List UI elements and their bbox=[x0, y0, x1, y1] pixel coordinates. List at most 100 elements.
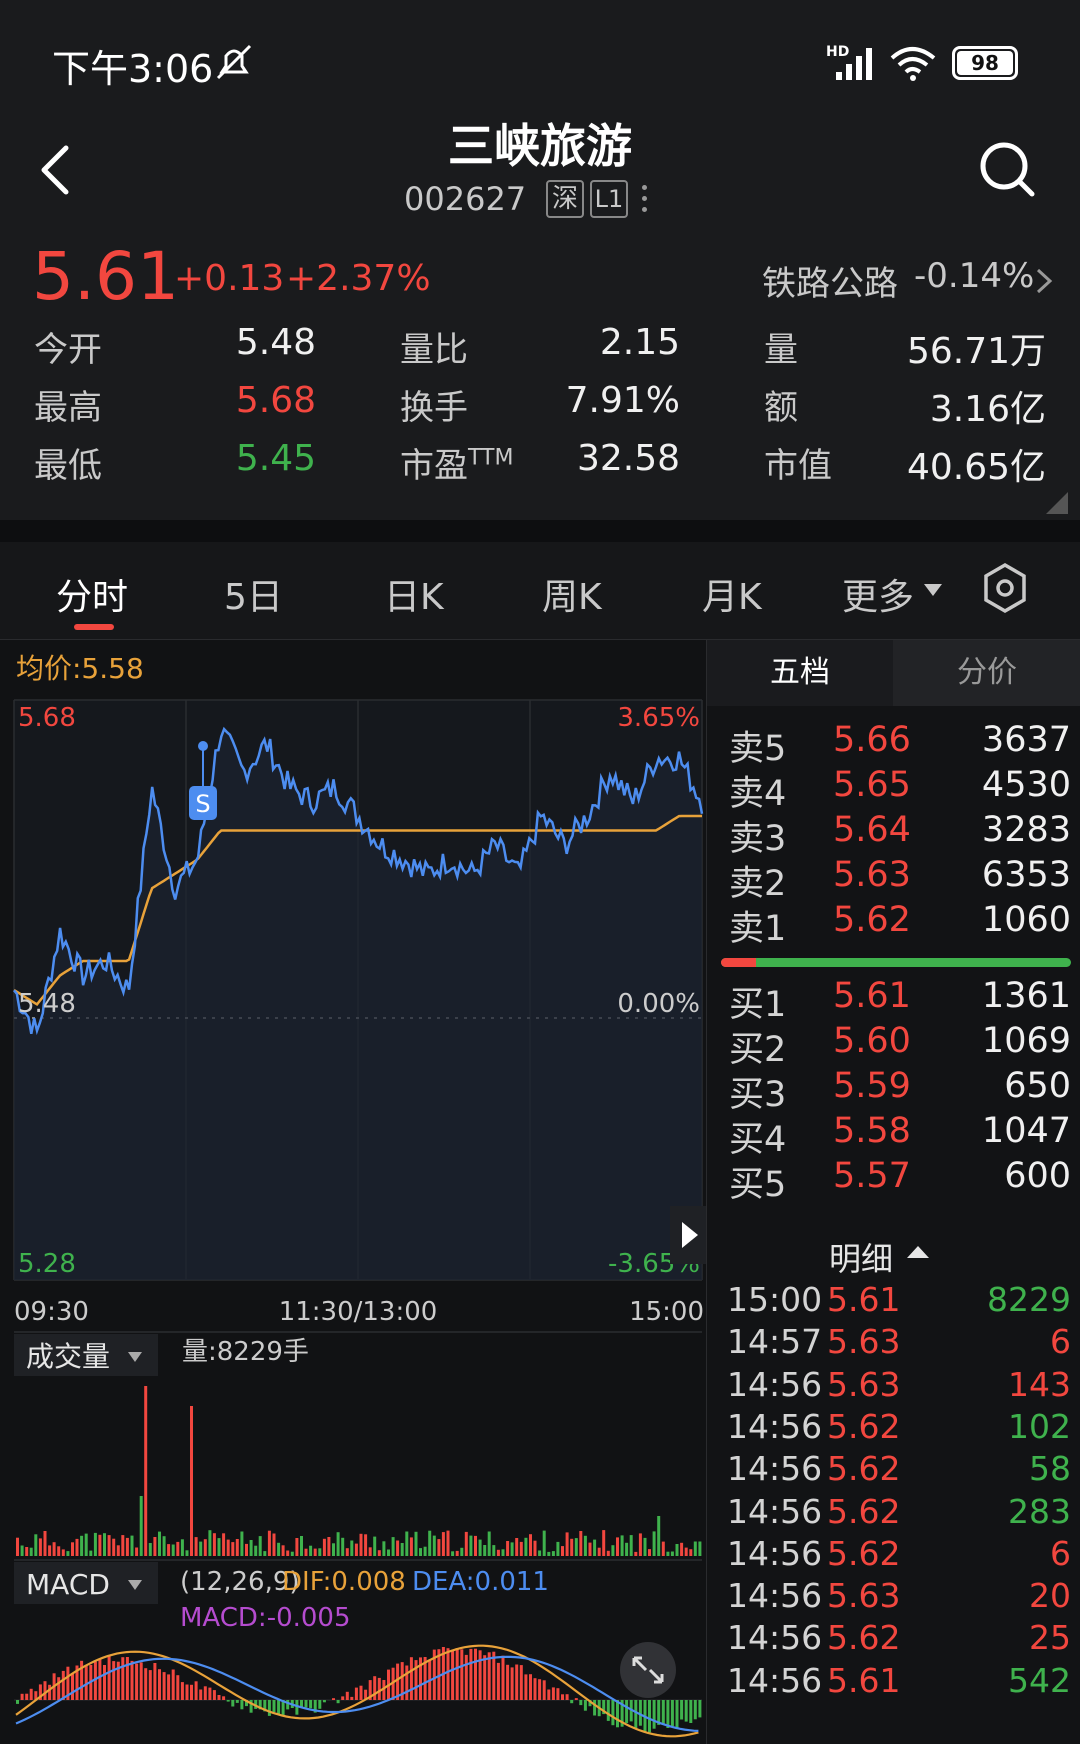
macd-bar bbox=[524, 1674, 528, 1700]
macd-bar bbox=[144, 1668, 148, 1700]
macd-bar bbox=[661, 1700, 665, 1724]
high-label: 最高 bbox=[34, 388, 102, 428]
sector-change[interactable]: -0.14% bbox=[914, 256, 1034, 296]
pe-value: 32.58 bbox=[576, 438, 680, 479]
buy-level-5[interactable]: 买5 5.57 600 bbox=[721, 1156, 1071, 1206]
volume-bar bbox=[510, 1542, 514, 1556]
macd-bar bbox=[510, 1667, 514, 1700]
fullscreen-button[interactable] bbox=[620, 1642, 676, 1698]
volume-value: 56.71万 bbox=[906, 331, 1046, 372]
tab-monthly-k[interactable]: 月K bbox=[702, 568, 762, 620]
volume-bar bbox=[602, 1530, 606, 1556]
tab-more[interactable]: 更多 bbox=[842, 568, 914, 620]
expand-corner-icon[interactable] bbox=[1046, 492, 1068, 514]
volume-bar bbox=[405, 1531, 409, 1556]
tick-price: 5.63 bbox=[827, 1364, 901, 1404]
volume-bar bbox=[61, 1549, 65, 1556]
volume-bar bbox=[583, 1535, 587, 1556]
sell-level-5[interactable]: 卖5 5.66 3637 bbox=[721, 720, 1071, 770]
macd-selector[interactable]: MACD bbox=[14, 1562, 158, 1604]
play-button[interactable] bbox=[670, 1206, 706, 1264]
macd-bar bbox=[208, 1687, 212, 1700]
tab-five-level[interactable]: 五档 bbox=[707, 640, 893, 706]
sector-name[interactable]: 铁路公路 bbox=[762, 256, 898, 305]
macd-bar bbox=[148, 1670, 152, 1700]
volume-bar bbox=[492, 1545, 496, 1556]
level-label: 卖5 bbox=[729, 729, 787, 769]
volume-bar bbox=[373, 1536, 377, 1556]
macd-bar bbox=[277, 1700, 281, 1715]
volume-selector[interactable]: 成交量 bbox=[14, 1334, 158, 1376]
volume-bar bbox=[538, 1550, 542, 1556]
caret-up-icon[interactable] bbox=[907, 1244, 929, 1260]
macd-bar bbox=[593, 1700, 597, 1716]
volume-bar bbox=[396, 1540, 400, 1556]
volume-bar bbox=[501, 1549, 505, 1556]
macd-bar bbox=[322, 1700, 326, 1703]
macd-bar bbox=[167, 1674, 171, 1700]
buy-level-3[interactable]: 买3 5.59 650 bbox=[721, 1066, 1071, 1116]
tick-time: 14:56 bbox=[727, 1406, 823, 1446]
settings-icon[interactable] bbox=[982, 562, 1028, 614]
sell-level-4[interactable]: 卖4 5.65 4530 bbox=[721, 765, 1071, 815]
volume-bar bbox=[222, 1533, 226, 1556]
market-cap-label: 市值 bbox=[764, 446, 832, 486]
volume-bar bbox=[428, 1530, 432, 1556]
tab-weekly-k[interactable]: 周K bbox=[542, 568, 602, 620]
macd-bar bbox=[272, 1700, 276, 1712]
y-axis-mid: 5.48 bbox=[18, 989, 76, 1019]
macd-bar bbox=[20, 1693, 24, 1700]
volume-bar bbox=[451, 1551, 455, 1556]
macd-bar bbox=[240, 1700, 244, 1710]
macd-bar bbox=[565, 1694, 569, 1700]
tab-price-distribution[interactable]: 分价 bbox=[893, 640, 1080, 706]
volume-bar bbox=[176, 1541, 180, 1556]
sell-level-2[interactable]: 卖2 5.63 6353 bbox=[721, 855, 1071, 905]
macd-bar bbox=[496, 1662, 500, 1700]
y-axis-top: 5.68 bbox=[18, 703, 76, 733]
dif-value: DIF:0.008 bbox=[282, 1567, 406, 1597]
back-icon[interactable] bbox=[36, 142, 76, 198]
volume-bar bbox=[231, 1542, 235, 1556]
volume-bar bbox=[593, 1539, 597, 1556]
volume-bar bbox=[235, 1539, 239, 1556]
volume-bar bbox=[98, 1534, 102, 1556]
volume-bar bbox=[43, 1531, 47, 1556]
ticks-title[interactable]: 明细 bbox=[829, 1234, 893, 1280]
tick-row: 14:56 5.63 143 bbox=[721, 1365, 1071, 1412]
tick-time: 14:56 bbox=[727, 1533, 823, 1573]
macd-value: MACD:-0.005 bbox=[180, 1603, 351, 1633]
intraday-chart[interactable]: 均价:5.58 5.68 5.48 5.28 3.65% 0.00% -3.65… bbox=[0, 640, 706, 1744]
chevron-right-icon[interactable] bbox=[1034, 266, 1054, 296]
caret-down-icon[interactable] bbox=[924, 584, 942, 598]
volume-bar bbox=[689, 1549, 693, 1556]
search-icon[interactable] bbox=[978, 140, 1038, 200]
more-dots-icon[interactable] bbox=[640, 182, 648, 218]
sell-level-3[interactable]: 卖3 5.64 3283 bbox=[721, 810, 1071, 860]
macd-bar bbox=[606, 1700, 610, 1721]
volume-bar bbox=[153, 1537, 157, 1556]
buy-level-1[interactable]: 买1 5.61 1361 bbox=[721, 976, 1071, 1026]
current-price: 5.61 bbox=[32, 238, 179, 315]
tab-intraday[interactable]: 分时 bbox=[56, 568, 128, 620]
macd-bar bbox=[455, 1648, 459, 1700]
buy-level-2[interactable]: 买2 5.60 1069 bbox=[721, 1021, 1071, 1071]
buy-level-4[interactable]: 买4 5.58 1047 bbox=[721, 1111, 1071, 1161]
tab-daily-k[interactable]: 日K bbox=[384, 568, 444, 620]
status-time: 下午3:06 bbox=[52, 47, 214, 91]
tick-time: 14:56 bbox=[727, 1491, 823, 1531]
tick-row: 14:56 5.62 102 bbox=[721, 1407, 1071, 1454]
macd-bar bbox=[185, 1684, 189, 1700]
macd-bar bbox=[542, 1680, 546, 1700]
volume-bar bbox=[327, 1537, 331, 1556]
price-change-pct: +2.37% bbox=[286, 258, 431, 299]
macd-bar bbox=[25, 1693, 29, 1700]
sell-level-1[interactable]: 卖1 5.62 1060 bbox=[721, 900, 1071, 950]
macd-bar bbox=[235, 1700, 239, 1703]
volume-bar bbox=[84, 1533, 88, 1556]
volume-bar bbox=[391, 1537, 395, 1556]
tab-5day[interactable]: 5日 bbox=[224, 568, 283, 620]
level-volume: 650 bbox=[1004, 1066, 1071, 1106]
tick-time: 14:56 bbox=[727, 1660, 823, 1700]
level-price: 5.64 bbox=[833, 810, 911, 850]
